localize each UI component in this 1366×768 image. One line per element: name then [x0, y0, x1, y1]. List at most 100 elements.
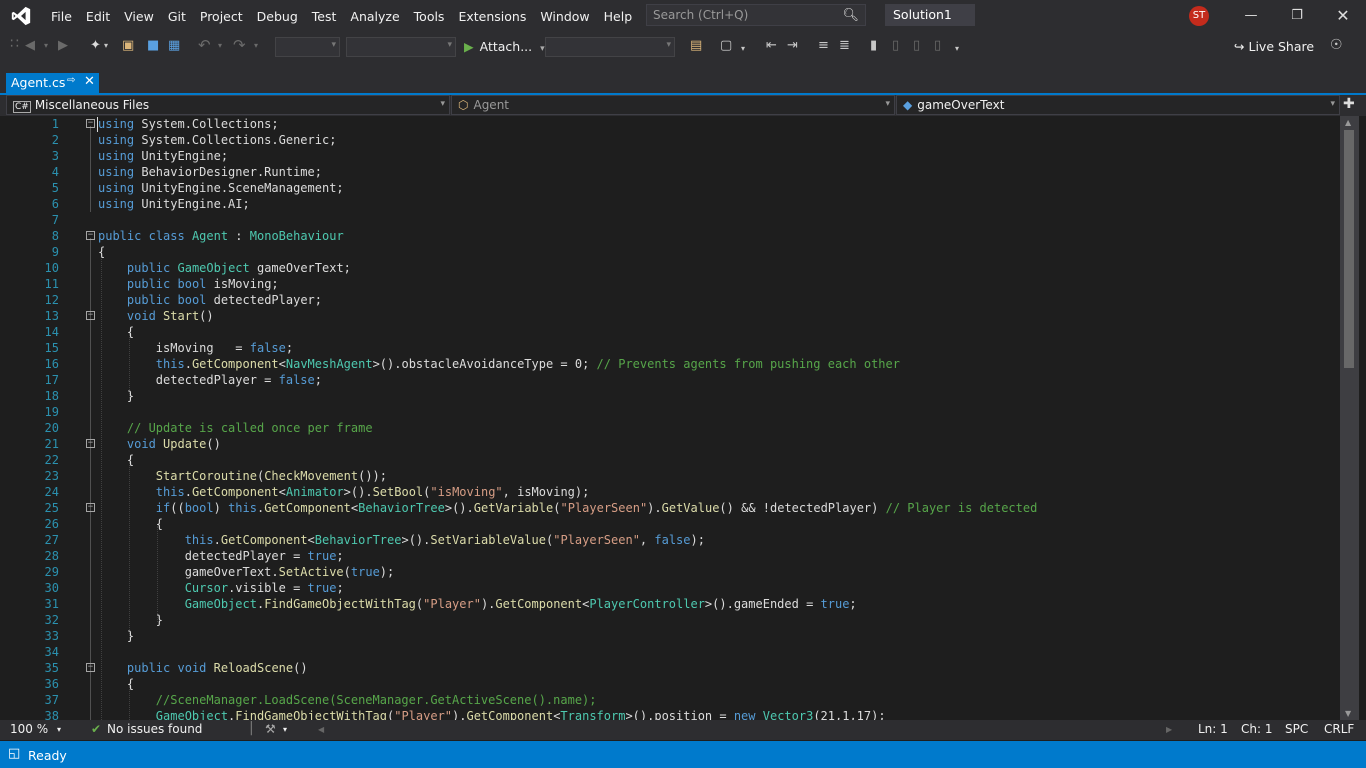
menu-item-file[interactable]: File — [44, 9, 79, 24]
code-text[interactable]: this.GetComponent<Animator>().SetBool("i… — [98, 484, 590, 500]
code-text[interactable]: //SceneManager.LoadScene(SceneManager.Ge… — [98, 692, 597, 708]
menu-item-help[interactable]: Help — [597, 9, 640, 24]
code-text[interactable]: using System.Collections.Generic; — [98, 132, 336, 148]
code-text[interactable]: { — [98, 244, 105, 260]
minimize-icon[interactable]: — — [1228, 0, 1274, 32]
pin-icon[interactable]: ⇨ — [67, 75, 75, 86]
code-text[interactable]: StartCoroutine(CheckMovement()); — [98, 468, 387, 484]
code-text[interactable]: if((bool) this.GetComponent<BehaviorTree… — [98, 500, 1038, 516]
redo-icon[interactable]: ↷ — [233, 36, 246, 54]
collapse-icon[interactable]: − — [86, 231, 95, 240]
code-text[interactable]: { — [98, 324, 134, 340]
previous-bookmark-icon[interactable]: ▯ — [892, 38, 899, 53]
code-line[interactable]: 25 − if((bool) this.GetComponent<Behavior… — [0, 500, 1340, 516]
restore-icon[interactable]: ❐ — [1274, 0, 1320, 32]
menu-item-project[interactable]: Project — [193, 9, 250, 24]
menu-item-window[interactable]: Window — [533, 9, 596, 24]
code-line[interactable]: 35 − public void ReloadScene() — [0, 660, 1340, 676]
code-line[interactable]: 19 — [0, 404, 1340, 420]
chevron-down-icon[interactable]: ▾ — [283, 725, 287, 734]
scroll-up-icon[interactable]: ▲ — [1345, 118, 1351, 127]
split-window-icon[interactable]: ✚ — [1343, 96, 1355, 112]
code-text[interactable]: { — [98, 676, 134, 692]
code-text[interactable]: // Update is called once per frame — [98, 420, 373, 436]
code-line[interactable]: 22 { — [0, 452, 1340, 468]
scrollbar-thumb[interactable] — [1344, 130, 1354, 368]
code-text[interactable]: public void ReloadScene() — [98, 660, 308, 676]
project-dropdown[interactable]: C# Miscellaneous Files ▾ — [6, 95, 450, 115]
visual-studio-logo-icon[interactable] — [10, 5, 32, 27]
code-line[interactable]: 15 isMoving = false; — [0, 340, 1340, 356]
chevron-down-icon[interactable]: ▾ — [104, 41, 108, 50]
clear-bookmarks-icon[interactable]: ▯ — [934, 38, 941, 53]
code-text[interactable]: this.GetComponent<BehaviorTree>().SetVar… — [98, 532, 705, 548]
chevron-down-icon[interactable]: ▾ — [218, 41, 222, 50]
zoom-level[interactable]: 100 % — [10, 722, 48, 736]
code-text[interactable]: Cursor.visible = true; — [98, 580, 344, 596]
menu-item-view[interactable]: View — [117, 9, 161, 24]
code-line[interactable]: 38 GameObject.FindGameObjectWithTag("Pla… — [0, 708, 1340, 720]
menu-item-edit[interactable]: Edit — [79, 9, 117, 24]
scroll-left-icon[interactable]: ◀ — [318, 725, 324, 734]
issues-status[interactable]: No issues found — [107, 722, 202, 736]
scroll-right-icon[interactable]: ▶ — [1166, 725, 1172, 734]
line-indicator[interactable]: Ln: 1 — [1198, 722, 1228, 736]
attach-button[interactable]: ▶ Attach... ▾ — [464, 39, 545, 54]
menu-item-analyze[interactable]: Analyze — [343, 9, 406, 24]
code-text[interactable]: detectedPlayer = true; — [98, 548, 344, 564]
code-text[interactable]: public class Agent : MonoBehaviour — [98, 228, 344, 244]
code-line[interactable]: 31 GameObject.FindGameObjectWithTag("Pla… — [0, 596, 1340, 612]
code-line[interactable]: 32 } — [0, 612, 1340, 628]
collapse-icon[interactable]: − — [86, 503, 95, 512]
code-line[interactable]: 16 this.GetComponent<NavMeshAgent>().obs… — [0, 356, 1340, 372]
type-dropdown[interactable]: ⬡ Agent ▾ — [451, 95, 895, 115]
menu-item-tools[interactable]: Tools — [407, 9, 452, 24]
new-project-icon[interactable]: ✦ — [90, 38, 101, 53]
code-line[interactable]: 18 } — [0, 388, 1340, 404]
code-line[interactable]: 36 { — [0, 676, 1340, 692]
code-line[interactable]: 1 − using System.Collections; — [0, 116, 1340, 132]
code-line[interactable]: 29 gameOverText.SetActive(true); — [0, 564, 1340, 580]
vertical-scrollbar[interactable]: ▲ ▼ — [1340, 116, 1359, 720]
code-line[interactable]: 2 using System.Collections.Generic; — [0, 132, 1340, 148]
code-line[interactable]: 37 //SceneManager.LoadScene(SceneManager… — [0, 692, 1340, 708]
platform-dropdown[interactable]: ▾ — [346, 37, 456, 57]
code-line[interactable]: 27 this.GetComponent<BehaviorTree>().Set… — [0, 532, 1340, 548]
member-dropdown[interactable]: ◆ gameOverText ▾ — [896, 95, 1340, 115]
code-line[interactable]: 13 − void Start() — [0, 308, 1340, 324]
feedback-icon[interactable]: ☉ — [1330, 37, 1343, 53]
code-line[interactable]: 17 detectedPlayer = false; — [0, 372, 1340, 388]
navigate-forward-icon[interactable]: ▶ — [58, 38, 68, 53]
code-line[interactable]: 30 Cursor.visible = true; — [0, 580, 1340, 596]
save-all-icon[interactable]: ▦ — [168, 38, 180, 53]
indent-icon[interactable]: ⇥ — [787, 38, 798, 53]
code-text[interactable]: public GameObject gameOverText; — [98, 260, 351, 276]
collapse-icon[interactable]: − — [86, 311, 95, 320]
code-text[interactable]: } — [98, 388, 134, 404]
code-line[interactable]: 7 — [0, 212, 1340, 228]
code-line[interactable]: 12 public bool detectedPlayer; — [0, 292, 1340, 308]
whitespace-indicator[interactable]: SPC — [1285, 722, 1308, 736]
user-avatar[interactable]: ST — [1189, 6, 1209, 26]
chevron-down-icon[interactable]: ▾ — [44, 41, 48, 50]
code-text[interactable]: detectedPlayer = false; — [98, 372, 322, 388]
code-text[interactable]: { — [98, 516, 163, 532]
save-icon[interactable]: ■ — [147, 38, 159, 53]
code-line[interactable]: 8 − public class Agent : MonoBehaviour — [0, 228, 1340, 244]
search-box[interactable]: Search (Ctrl+Q) 🔍︎ — [646, 4, 866, 26]
toolbar-options-icon[interactable]: ▾ — [955, 44, 959, 53]
code-line[interactable]: 4 using BehaviorDesigner.Runtime; — [0, 164, 1340, 180]
code-text[interactable]: this.GetComponent<NavMeshAgent>().obstac… — [98, 356, 900, 372]
tab-agent-cs[interactable]: Agent.cs ⇨ ✕ — [6, 73, 99, 93]
code-text[interactable]: public bool detectedPlayer; — [98, 292, 322, 308]
close-window-icon[interactable]: ✕ — [1320, 0, 1366, 32]
code-line[interactable]: 24 this.GetComponent<Animator>().SetBool… — [0, 484, 1340, 500]
navigate-back-icon[interactable]: ◀ — [25, 38, 35, 53]
code-line[interactable]: 26 { — [0, 516, 1340, 532]
code-text[interactable]: void Start() — [98, 308, 214, 324]
code-line[interactable]: 20 // Update is called once per frame — [0, 420, 1340, 436]
find-in-files-icon[interactable]: ▤ — [690, 38, 702, 53]
code-line[interactable]: 33 } — [0, 628, 1340, 644]
code-text[interactable]: GameObject.FindGameObjectWithTag("Player… — [98, 708, 886, 720]
menu-item-extensions[interactable]: Extensions — [451, 9, 533, 24]
